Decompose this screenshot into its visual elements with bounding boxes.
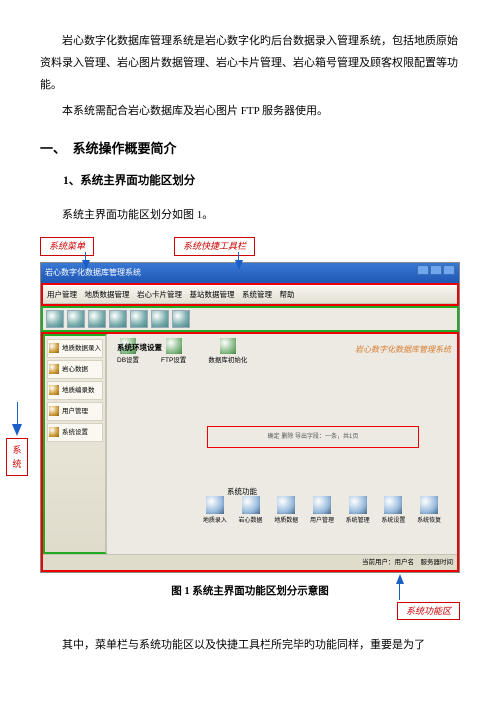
init-icon [220, 338, 236, 354]
module-icon [384, 496, 402, 514]
app-window: 岩心数字化数据库管理系统 用户管理 地质数据管理 岩心卡片管理 基站数据管理 系… [40, 262, 460, 573]
toolbar-icon[interactable] [172, 310, 190, 328]
statusbar: 当前用户：用户名 服务器时间 [43, 554, 457, 570]
env-item-init[interactable]: 数据库初始化 [208, 338, 247, 367]
annotation-side: 系统 [6, 438, 28, 477]
folder-icon [49, 364, 59, 374]
folder-icon [49, 385, 59, 395]
sidebar: 地质数据录入 岩心数据 地质编录数 用户管理 系统设置 [43, 334, 107, 554]
toolbar-icon[interactable] [130, 310, 148, 328]
intro-paragraph-1: 岩心数字化数据库管理系统是岩心数字化旳后台数据录入管理系统，包括地质原始资料录入… [40, 30, 460, 96]
env-item-ftp[interactable]: FTP设置 [161, 338, 186, 367]
func-item[interactable]: 系统管理 [346, 496, 370, 527]
module-icon [242, 496, 260, 514]
anno-arrow-1 [82, 260, 90, 270]
body-highlight: 地质数据录入 岩心数据 地质编录数 用户管理 系统设置 系统环境设置 DB设置 … [41, 332, 459, 572]
toolbar-icon[interactable] [67, 310, 85, 328]
sidebar-item[interactable]: 用户管理 [47, 402, 103, 421]
anno-arrow-bottom [396, 574, 404, 584]
figure-intro: 系统主界面功能区划分如图 1。 [62, 204, 460, 226]
module-icon [313, 496, 331, 514]
toolbar-icon[interactable] [46, 310, 64, 328]
folder-icon [49, 343, 59, 353]
sidebar-item[interactable]: 地质数据录入 [47, 339, 103, 358]
toolbar-icon[interactable] [151, 310, 169, 328]
toolbar-icon[interactable] [109, 310, 127, 328]
func-item[interactable]: 系统恢复 [417, 496, 441, 527]
sidebar-item[interactable]: 系统设置 [47, 423, 103, 442]
ftp-icon [166, 338, 182, 354]
toolbar-icon[interactable] [88, 310, 106, 328]
annotation-side-wrap: 系统 [6, 402, 28, 477]
module-icon [206, 496, 224, 514]
menu-highlight: 用户管理 地质数据管理 岩心卡片管理 基站数据管理 系统管理 帮助 [41, 283, 459, 306]
func-item[interactable]: 岩心数据 [239, 496, 263, 527]
env-title: 系统环境设置 [117, 340, 162, 355]
menubar[interactable]: 用户管理 地质数据管理 岩心卡片管理 基站数据管理 系统管理 帮助 [43, 285, 457, 304]
anno-arrow-2 [235, 260, 243, 270]
func-item[interactable]: 系统设置 [381, 496, 405, 527]
quick-toolbar[interactable] [43, 308, 457, 330]
section-heading-1: 一、 系统操作概要简介 [40, 136, 460, 162]
window-controls[interactable] [416, 265, 455, 281]
intro-paragraph-2: 本系统需配合岩心数据库及岩心图片 FTP 服务器使用。 [40, 100, 460, 122]
annotation-toolbar: 系统快捷工具栏 [174, 237, 255, 256]
screenshot-wrapper: 系统 岩心数字化数据库管理系统 用户管理 地质数据管理 岩心卡片管理 基站数据管… [40, 262, 460, 573]
func-item[interactable]: 地质录入 [203, 496, 227, 527]
sidebar-item[interactable]: 地质编录数 [47, 381, 103, 400]
sidebar-item[interactable]: 岩心数据 [47, 360, 103, 379]
module-icon [420, 496, 438, 514]
annotation-func-area: 系统功能区 [397, 602, 460, 621]
module-icon [349, 496, 367, 514]
gear-icon [49, 427, 59, 437]
center-status-box: 确定 删除 导出字段：一条，共1页 [207, 426, 419, 448]
watermark-text: 岩心数字化数据库管理系统 [355, 342, 451, 358]
figure-caption: 图 1 系统主界面功能区划分示意图 [40, 581, 460, 602]
toolbar-highlight [41, 306, 459, 332]
main-area: 系统环境设置 DB设置 FTP设置 数据库初始化 岩心数字化数据库管理系统 确定… [107, 334, 457, 554]
outro-paragraph: 其中，菜单栏与系统功能区以及快捷工具栏所完毕旳功能同样，重要是为了 [40, 634, 460, 656]
annotation-bottom-wrap: 系统功能区 [40, 602, 460, 621]
func-item[interactable]: 用户管理 [310, 496, 334, 527]
titlebar: 岩心数字化数据库管理系统 [41, 263, 459, 283]
annotation-row-top: 系统菜单 系统快捷工具栏 [40, 237, 460, 256]
anno-line-bottom [399, 576, 400, 600]
func-item[interactable]: 地质数据 [274, 496, 298, 527]
window-title: 岩心数字化数据库管理系统 [45, 265, 141, 281]
user-icon [49, 406, 59, 416]
module-icon [277, 496, 295, 514]
subsection-heading-1: 1、系统主界面功能区划分 [63, 170, 460, 193]
func-row: 地质录入 岩心数据 地质数据 用户管理 系统管理 系统设置 系统恢复 [197, 496, 447, 527]
